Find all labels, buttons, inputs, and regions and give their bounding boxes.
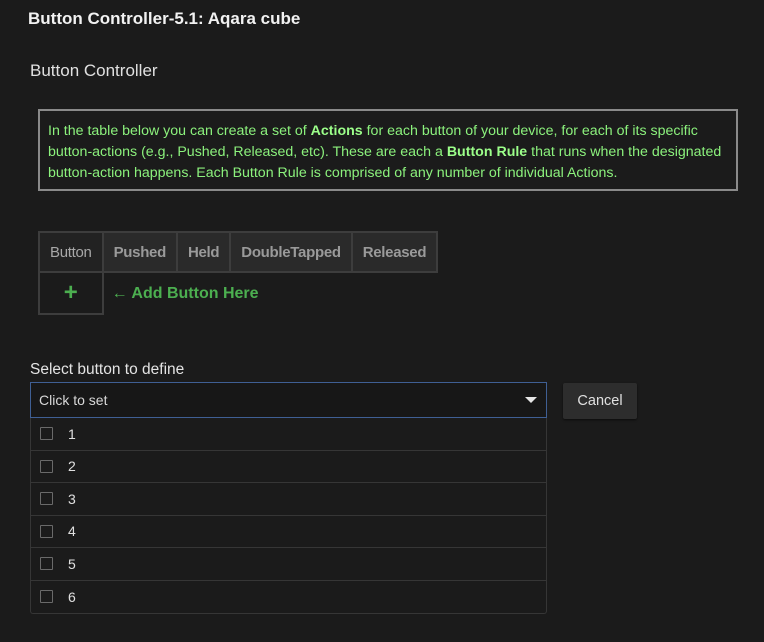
checkbox-icon[interactable] (40, 524, 53, 538)
select-placeholder: Click to set (39, 392, 108, 408)
option-label: 3 (68, 490, 76, 507)
option-4[interactable]: 4 (31, 516, 546, 548)
option-label: 2 (68, 458, 76, 475)
dropdown-options-list: 1 2 3 4 5 6 (30, 418, 547, 614)
option-label: 5 (68, 555, 76, 572)
cancel-button[interactable]: Cancel (563, 383, 637, 419)
option-2[interactable]: 2 (31, 451, 546, 483)
info-text-actions: Actions (310, 123, 363, 139)
option-label: 4 (68, 523, 76, 540)
option-5[interactable]: 5 (31, 548, 546, 581)
table-row: + ← Add Button Here (38, 271, 438, 315)
checkbox-icon[interactable] (40, 557, 53, 571)
option-3[interactable]: 3 (31, 483, 546, 516)
chevron-down-icon[interactable] (525, 397, 537, 403)
checkbox-icon[interactable] (40, 590, 53, 604)
info-box: In the table below you can create a set … (38, 109, 738, 191)
checkbox-icon[interactable] (40, 492, 53, 506)
info-text-part1: In the table below you can create a set … (48, 123, 311, 139)
header-doubletapped: DoubleTapped (229, 231, 353, 273)
header-released: Released (350, 231, 439, 273)
option-label: 6 (68, 588, 76, 605)
checkbox-icon[interactable] (40, 459, 53, 473)
info-text-button-rule: Button Rule (446, 144, 528, 160)
header-held: Held (175, 231, 232, 273)
page-title: Button Controller-5.1: Aqara cube (28, 9, 301, 28)
checkbox-icon[interactable] (40, 427, 53, 441)
header-pushed: Pushed (101, 231, 178, 273)
header-button: Button (38, 231, 104, 273)
select-button-label: Select button to define (30, 361, 185, 378)
select-button-dropdown[interactable]: Click to set (30, 382, 547, 418)
option-1[interactable]: 1 (31, 418, 546, 451)
option-6[interactable]: 6 (31, 581, 546, 614)
option-label: 1 (68, 425, 76, 442)
add-button-link[interactable]: ← Add Button Here (103, 272, 438, 314)
button-rules-table: Button Pushed Held DoubleTapped Released… (38, 231, 439, 315)
table-header-row: Button Pushed Held DoubleTapped Released (38, 231, 439, 273)
add-button-plus-icon[interactable]: + (38, 271, 104, 315)
section-title: Button Controller (30, 61, 158, 80)
